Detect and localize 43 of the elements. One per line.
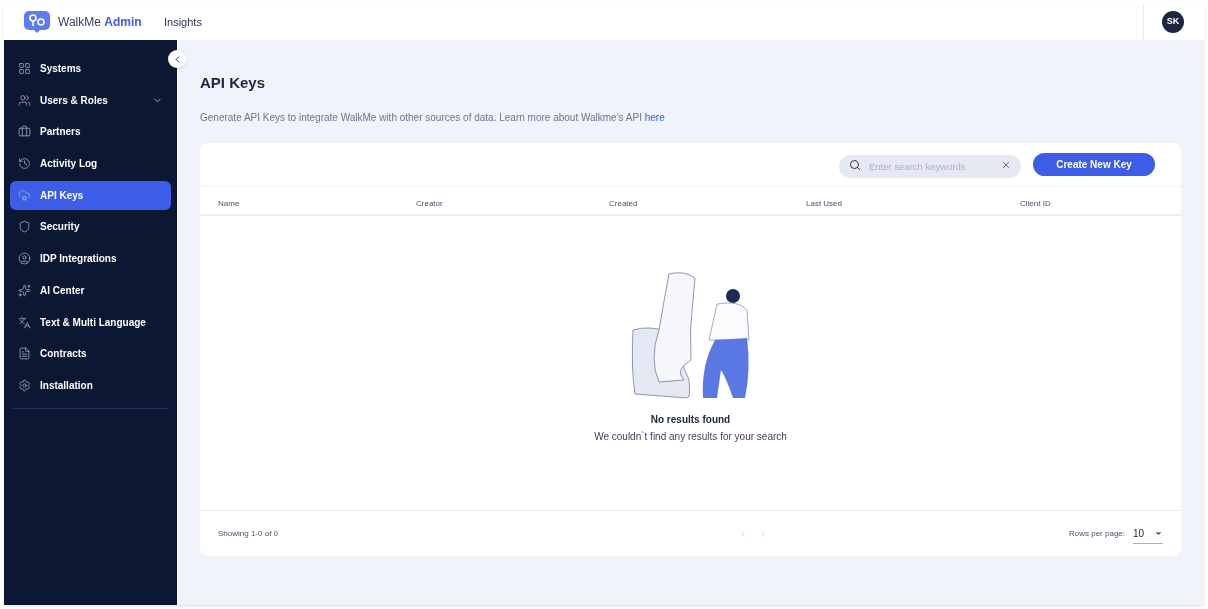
nav-link[interactable]: Insights <box>164 13 202 31</box>
sidebar-item[interactable]: Partners <box>10 117 171 147</box>
user-circle-icon <box>18 252 31 266</box>
briefcase-icon <box>18 125 31 139</box>
cloud-icon <box>18 188 31 202</box>
brand-name: WalkMe Admin <box>58 14 142 31</box>
sidebar-item[interactable]: Activity Log <box>10 149 171 179</box>
column-header: Creator <box>416 198 443 208</box>
collapse-button[interactable] <box>168 50 186 68</box>
empty-state-message: We couldn`t find any results for your search <box>594 430 787 444</box>
users-icon <box>18 93 31 107</box>
column-header: Last Used <box>806 198 843 208</box>
clear-icon[interactable] <box>1001 159 1011 170</box>
create-key-button[interactable]: Create New Key <box>1033 153 1155 176</box>
sidebar-item[interactable]: API Keys <box>10 180 171 210</box>
page-description: Generate API Keys to integrate WalkMe with other sources of data. Learn more about Walkme's API here <box>200 111 666 125</box>
sidebar-item[interactable]: Systems <box>10 54 171 83</box>
translate-icon <box>18 315 31 329</box>
shield-icon <box>18 220 31 234</box>
search-icon <box>849 158 861 171</box>
history-icon <box>18 157 31 171</box>
column-header: Name <box>218 198 240 208</box>
sidebar-item[interactable]: AI Center <box>10 275 171 305</box>
column-header: Client ID <box>1020 198 1051 208</box>
rows-per-page-select[interactable]: 10 <box>1133 523 1163 544</box>
grid-icon <box>18 62 31 75</box>
sidebar-item[interactable]: Users & Roles <box>10 85 171 115</box>
rows-per-page-label: Rows per page: <box>1068 527 1125 540</box>
document-icon <box>18 347 31 361</box>
api-docs-link[interactable]: here <box>644 112 665 123</box>
logo-icon <box>24 11 50 33</box>
sidebar-item[interactable]: Text & Multi Language <box>10 307 171 337</box>
empty-state-title: No results found <box>650 413 731 427</box>
user-avatar[interactable]: SK <box>1162 11 1184 33</box>
sidebar-item[interactable]: Contracts <box>10 339 171 369</box>
sidebar-item[interactable]: Security <box>10 212 171 242</box>
column-header: Created <box>609 198 638 208</box>
sidebar-item[interactable]: Installation <box>10 370 171 400</box>
page-title: API Keys <box>200 73 267 93</box>
pagination-summary: Showing 1-0 of 0 <box>218 527 280 540</box>
sidebar-item[interactable]: IDP Integrations <box>10 244 171 274</box>
sparkles-icon <box>18 283 31 297</box>
gear-icon <box>18 378 31 392</box>
